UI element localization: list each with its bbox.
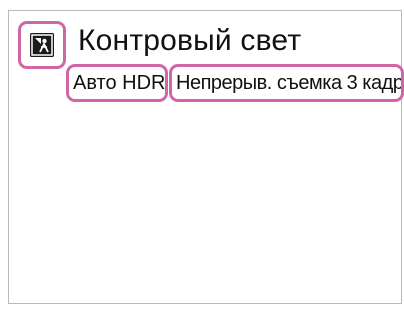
scene-icon-highlight[interactable] <box>18 21 66 69</box>
scene-title: Контровый свет <box>78 24 302 57</box>
backlight-scene-icon <box>30 33 54 57</box>
auto-hdr-option[interactable]: Авто HDR <box>66 64 168 102</box>
auto-hdr-label: Авто HDR <box>73 72 166 94</box>
continuous-shooting-option[interactable]: Непрерыв. съемка 3 кадра <box>169 64 404 102</box>
continuous-shooting-label: Непрерыв. съемка 3 кадра <box>176 72 404 94</box>
